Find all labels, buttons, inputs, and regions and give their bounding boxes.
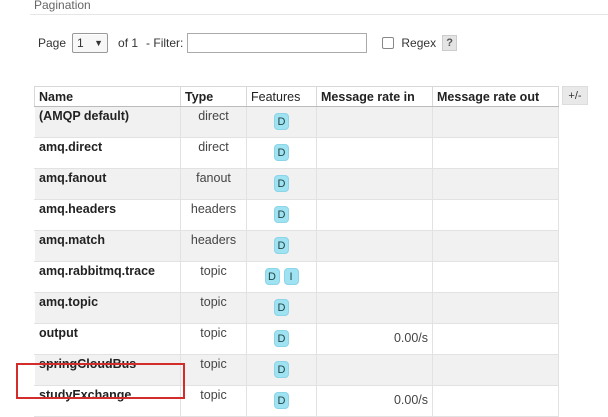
feature-badge: D [274,330,289,347]
exchange-type: topic [180,292,247,324]
exchange-name-link[interactable]: amq.match [34,230,181,262]
feature-badge: I [283,268,299,285]
exchanges-table: Name Type Features Message rate in Messa… [34,86,559,417]
feature-badge: D [274,361,289,378]
rate-in-cell [316,261,433,293]
table-row: amq.fanout fanout D [34,168,559,200]
table-row: springCloudBus topic D [34,354,559,386]
exchange-type: topic [180,354,247,386]
rate-out-cell [432,199,559,231]
column-toggle-button[interactable]: +/- [562,86,588,105]
table-row: studyExchange topic D 0.00/s [34,385,559,417]
column-header-name[interactable]: Name [34,86,181,107]
exchange-type: fanout [180,168,247,200]
exchange-name-link[interactable]: amq.headers [34,199,181,231]
rate-out-cell [432,292,559,324]
exchange-features: D [246,168,317,200]
exchange-type: headers [180,230,247,262]
exchange-features: D [246,106,317,138]
table-row: amq.match headers D [34,230,559,262]
exchange-features: D [246,230,317,262]
exchange-name-link[interactable]: amq.direct [34,137,181,169]
exchange-type: topic [180,385,247,417]
exchange-name-link[interactable]: studyExchange [34,385,181,417]
rate-out-cell [432,385,559,417]
page-count-text: of 1 [118,36,139,50]
table-header-row: Name Type Features Message rate in Messa… [34,86,559,107]
exchange-features: D [246,199,317,231]
column-header-rate-in: Message rate in [316,86,433,107]
rate-in-cell: 0.00/s [316,323,433,355]
rate-in-value: 0.00/s [393,331,428,345]
regex-checkbox[interactable] [382,37,395,49]
feature-badge: D [264,268,280,285]
rate-in-cell [316,199,433,231]
rate-out-cell [432,106,559,138]
pagination-bar: Page 1 ▼ of 1 - Filter: Regex ? [38,31,458,55]
column-header-type[interactable]: Type [180,86,247,107]
feature-badge: D [274,144,289,161]
section-title: Pagination [34,0,91,12]
rate-out-cell [432,137,559,169]
exchange-type: direct [180,106,247,138]
exchange-features: D [246,354,317,386]
feature-badge: D [274,175,289,192]
exchange-features: D [246,323,317,355]
exchange-features: DI [246,261,317,293]
exchange-features: D [246,292,317,324]
regex-label: Regex [401,36,437,50]
chevron-down-icon: ▼ [94,38,104,48]
table-row: amq.headers headers D [34,199,559,231]
exchange-type: topic [180,261,247,293]
table-row: amq.topic topic D [34,292,559,324]
feature-badge: D [274,237,289,254]
rate-out-cell [432,261,559,293]
page-select-value: 1 [77,36,84,50]
exchange-type: direct [180,137,247,169]
rate-out-cell [432,323,559,355]
section-divider [30,14,608,15]
exchange-name-link[interactable]: amq.rabbitmq.trace [34,261,181,293]
help-button[interactable]: ? [442,35,458,51]
rate-in-cell: 0.00/s [316,385,433,417]
exchange-name-link[interactable]: (AMQP default) [34,106,181,138]
rate-out-cell [432,168,559,200]
exchange-features: D [246,137,317,169]
column-header-features: Features [246,86,317,107]
feature-badge: D [274,206,289,223]
table-row: amq.direct direct D [34,137,559,169]
rate-in-cell [316,354,433,386]
exchange-name-link[interactable]: amq.topic [34,292,181,324]
rate-out-cell [432,354,559,386]
rate-in-cell [316,137,433,169]
rate-in-cell [316,292,433,324]
table-row: amq.rabbitmq.trace topic D I [34,261,559,293]
page-label: Page [38,36,67,50]
exchange-name-link[interactable]: amq.fanout [34,168,181,200]
column-header-rate-out: Message rate out [432,86,559,107]
feature-badge: D [274,113,289,130]
table-row: (AMQP default) direct D [34,106,559,138]
rate-in-cell [316,106,433,138]
exchange-name-link[interactable]: springCloudBus [34,354,181,386]
exchange-features: D [246,385,317,417]
rate-out-cell [432,230,559,262]
rate-in-value: 0.00/s [393,393,428,407]
rate-in-cell [316,168,433,200]
page-select[interactable]: 1 ▼ [72,33,109,53]
feature-badge: D [274,392,289,409]
filter-input[interactable] [187,33,368,53]
feature-badge: D [274,299,289,316]
exchange-type: topic [180,323,247,355]
filter-label: - Filter: [146,36,184,50]
exchange-type: headers [180,199,247,231]
exchange-name-link[interactable]: output [34,323,181,355]
rate-in-cell [316,230,433,262]
table-row: output topic D 0.00/s [34,323,559,355]
